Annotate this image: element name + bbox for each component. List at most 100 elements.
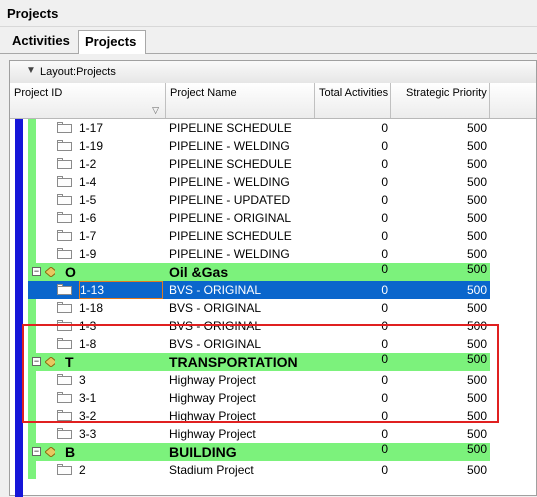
project-id-cell[interactable]: 1-6 bbox=[79, 209, 96, 227]
project-row[interactable]: 1-2 PIPELINE SCHEDULE 0 500 bbox=[10, 155, 536, 173]
strategic-priority-cell[interactable]: 500 bbox=[391, 173, 487, 191]
project-id-cell[interactable]: 1-4 bbox=[79, 173, 96, 191]
folder-icon bbox=[57, 464, 72, 475]
project-name-cell[interactable]: PIPELINE SCHEDULE bbox=[169, 227, 292, 245]
project-id-cell[interactable]: 1-17 bbox=[79, 119, 103, 137]
collapse-toggle-icon[interactable]: − bbox=[32, 447, 41, 456]
group-row[interactable]: − B BUILDING 0 500 bbox=[10, 443, 536, 461]
project-id-cell[interactable]: 1-13 bbox=[79, 281, 163, 299]
folder-icon bbox=[57, 176, 72, 187]
project-name-cell[interactable]: PIPELINE SCHEDULE bbox=[169, 155, 292, 173]
folder-icon bbox=[57, 194, 72, 205]
folder-icon bbox=[57, 140, 72, 151]
project-row[interactable]: 1-5 PIPELINE - UPDATED 0 500 bbox=[10, 191, 536, 209]
total-activities-cell[interactable]: 0 bbox=[315, 227, 388, 245]
total-activities-cell[interactable]: 0 bbox=[315, 155, 388, 173]
column-header-project-name[interactable]: Project Name bbox=[166, 83, 315, 118]
project-id-cell[interactable]: 1-18 bbox=[79, 299, 103, 317]
folder-icon bbox=[57, 158, 72, 169]
strategic-priority-cell[interactable]: 500 bbox=[391, 263, 487, 281]
project-id-cell[interactable]: 3-3 bbox=[79, 425, 96, 443]
group-row[interactable]: − O Oil &Gas 0 500 bbox=[10, 263, 536, 281]
project-id-cell[interactable]: 1-5 bbox=[79, 191, 96, 209]
total-activities-cell[interactable]: 0 bbox=[315, 299, 388, 317]
project-row[interactable]: 1-9 PIPELINE - WELDING 0 500 bbox=[10, 245, 536, 263]
project-name-cell[interactable]: BVS - ORIGINAL bbox=[169, 299, 261, 317]
tab-activities[interactable]: Activities bbox=[6, 30, 78, 52]
column-header-strategic-priority[interactable]: Strategic Priority bbox=[391, 83, 490, 118]
collapse-toggle-icon[interactable]: − bbox=[32, 267, 41, 276]
total-activities-cell[interactable]: 0 bbox=[315, 245, 388, 263]
total-activities-cell[interactable]: 0 bbox=[315, 443, 388, 461]
project-id-cell[interactable]: 1-2 bbox=[79, 155, 96, 173]
strategic-priority-cell[interactable]: 500 bbox=[391, 191, 487, 209]
total-activities-cell[interactable]: 0 bbox=[315, 425, 388, 443]
project-row[interactable]: 1-6 PIPELINE - ORIGINAL 0 500 bbox=[10, 209, 536, 227]
project-name-cell[interactable]: BVS - ORIGINAL bbox=[169, 281, 261, 299]
folder-icon bbox=[57, 284, 72, 295]
strategic-priority-cell[interactable]: 500 bbox=[391, 281, 487, 299]
chevron-down-icon[interactable]: ▼ bbox=[26, 65, 36, 76]
project-name-cell[interactable]: Highway Project bbox=[169, 425, 256, 443]
column-header-label: Project ID bbox=[14, 87, 63, 99]
column-header-label: Total Activities bbox=[319, 87, 389, 99]
total-activities-cell[interactable]: 0 bbox=[315, 173, 388, 191]
project-row[interactable]: 1-4 PIPELINE - WELDING 0 500 bbox=[10, 173, 536, 191]
column-header-project-id[interactable]: Project ID ▽ bbox=[10, 83, 166, 118]
total-activities-cell[interactable]: 0 bbox=[315, 281, 388, 299]
project-name-cell[interactable]: PIPELINE - ORIGINAL bbox=[169, 209, 291, 227]
window-title: Projects bbox=[7, 6, 59, 21]
project-id-cell[interactable]: 1-9 bbox=[79, 245, 96, 263]
project-name-cell[interactable]: PIPELINE - WELDING bbox=[169, 173, 290, 191]
project-id-cell[interactable]: 1-19 bbox=[79, 137, 103, 155]
total-activities-cell[interactable]: 0 bbox=[315, 119, 388, 137]
strategic-priority-cell[interactable]: 500 bbox=[391, 425, 487, 443]
project-row[interactable]: 1-19 PIPELINE - WELDING 0 500 bbox=[10, 137, 536, 155]
folder-icon bbox=[57, 248, 72, 259]
sort-icon[interactable]: ▽ bbox=[152, 105, 159, 116]
project-name-cell[interactable]: Oil &Gas bbox=[169, 263, 228, 281]
project-row[interactable]: 3-3 Highway Project 0 500 bbox=[10, 425, 536, 443]
project-row[interactable]: 1-18 BVS - ORIGINAL 0 500 bbox=[10, 299, 536, 317]
eps-code: O bbox=[65, 264, 76, 280]
strategic-priority-cell[interactable]: 500 bbox=[391, 209, 487, 227]
strategic-priority-cell[interactable]: 500 bbox=[391, 443, 487, 461]
column-header-label: Strategic Priority bbox=[406, 87, 487, 99]
project-row[interactable]: 1-13 BVS - ORIGINAL 0 500 bbox=[10, 281, 536, 299]
project-id-cell[interactable]: 1-7 bbox=[79, 227, 96, 245]
eps-code: B bbox=[65, 444, 76, 460]
strategic-priority-cell[interactable]: 500 bbox=[391, 137, 487, 155]
eps-node-icon bbox=[45, 267, 55, 277]
total-activities-cell[interactable]: 0 bbox=[315, 461, 388, 479]
project-name-cell[interactable]: PIPELINE - WELDING bbox=[169, 245, 290, 263]
column-header-total-activities[interactable]: Total Activities bbox=[315, 83, 391, 118]
folder-icon bbox=[57, 302, 72, 313]
project-name-cell[interactable]: PIPELINE SCHEDULE bbox=[169, 119, 292, 137]
folder-icon bbox=[57, 122, 72, 133]
total-activities-cell[interactable]: 0 bbox=[315, 209, 388, 227]
project-name-cell[interactable]: PIPELINE - WELDING bbox=[169, 137, 290, 155]
folder-icon bbox=[57, 428, 72, 439]
strategic-priority-cell[interactable]: 500 bbox=[391, 155, 487, 173]
project-id-cell[interactable]: 2 bbox=[79, 461, 86, 479]
project-name-cell[interactable]: PIPELINE - UPDATED bbox=[169, 191, 290, 209]
total-activities-cell[interactable]: 0 bbox=[315, 263, 388, 281]
strategic-priority-cell[interactable]: 500 bbox=[391, 227, 487, 245]
project-row[interactable]: 2 Stadium Project 0 500 bbox=[10, 461, 536, 479]
total-activities-cell[interactable]: 0 bbox=[315, 191, 388, 209]
project-name-cell[interactable]: Stadium Project bbox=[169, 461, 254, 479]
tab-bar: Activities Projects bbox=[0, 27, 537, 54]
strategic-priority-cell[interactable]: 500 bbox=[391, 119, 487, 137]
tab-projects[interactable]: Projects bbox=[78, 30, 146, 54]
folder-icon bbox=[57, 230, 72, 241]
layout-bar[interactable]: ▼ Layout:Projects bbox=[10, 61, 536, 84]
project-row[interactable]: 1-7 PIPELINE SCHEDULE 0 500 bbox=[10, 227, 536, 245]
eps-node-icon bbox=[45, 447, 55, 457]
strategic-priority-cell[interactable]: 500 bbox=[391, 299, 487, 317]
annotation-highlight-box bbox=[22, 324, 499, 423]
strategic-priority-cell[interactable]: 500 bbox=[391, 461, 487, 479]
strategic-priority-cell[interactable]: 500 bbox=[391, 245, 487, 263]
project-name-cell[interactable]: BUILDING bbox=[169, 443, 237, 461]
total-activities-cell[interactable]: 0 bbox=[315, 137, 388, 155]
project-row[interactable]: 1-17 PIPELINE SCHEDULE 0 500 bbox=[10, 119, 536, 137]
